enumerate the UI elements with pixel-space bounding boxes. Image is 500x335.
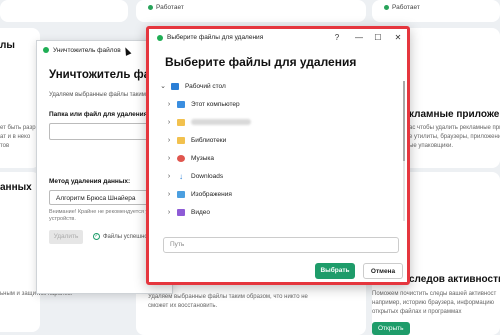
tree-item[interactable]: › ↓ Downloads bbox=[159, 167, 401, 185]
image-icon bbox=[177, 190, 185, 198]
status-running: Работает bbox=[148, 4, 184, 11]
bg-text: тов bbox=[0, 143, 10, 149]
folder-label: Папка или файл для удаления: bbox=[49, 111, 150, 118]
chevron-right-icon[interactable]: › bbox=[165, 137, 173, 144]
bg-text: ет быть разр bbox=[0, 125, 36, 131]
select-button[interactable]: Выбрать bbox=[315, 263, 355, 279]
tree-item[interactable]: › Этот компьютер bbox=[159, 95, 401, 113]
blurred-label bbox=[191, 119, 251, 125]
bg-text: е утилиты, браузеры, приложения автодо bbox=[409, 134, 500, 140]
folder-icon bbox=[177, 118, 185, 126]
path-input[interactable]: Путь bbox=[163, 237, 399, 253]
scrollbar-thumb[interactable] bbox=[403, 81, 405, 161]
chevron-down-icon[interactable]: ⌄ bbox=[159, 82, 167, 90]
tree-item[interactable]: › bbox=[159, 113, 401, 131]
bg-card-left-2: анных ьным и защитим паролем bbox=[0, 172, 72, 332]
tree-item-label: Библиотеки bbox=[191, 136, 227, 144]
cancel-button[interactable]: Отмена bbox=[363, 263, 403, 279]
folder-icon bbox=[177, 136, 185, 144]
chevron-right-icon[interactable]: › bbox=[165, 191, 173, 198]
chevron-right-icon[interactable]: › bbox=[165, 119, 173, 126]
check-icon: ✓ bbox=[93, 233, 100, 240]
method-label: Метод удаления данных: bbox=[49, 178, 131, 185]
bg-text: Удаляем выбранные файлы таким образом, ч… bbox=[148, 294, 308, 300]
dialog-window-title: Выберите файлы для удаления bbox=[167, 34, 264, 41]
bg-text: например, историю браузера, информацию bbox=[372, 300, 495, 306]
tree-item-label: Downloads bbox=[191, 172, 224, 180]
close-button[interactable]: ✕ bbox=[388, 29, 408, 46]
app-logo-icon bbox=[43, 47, 49, 53]
tree-item[interactable]: ⌄ Рабочий стол bbox=[159, 77, 399, 95]
tree-item-label: Изображения bbox=[191, 190, 232, 198]
bg-card-left: лы ет быть разр ат и в неко тов bbox=[0, 28, 40, 168]
bg-heading: следов активности bbox=[409, 274, 500, 285]
dialog-heading: Выберите файлы для удаления bbox=[165, 55, 357, 69]
tree-item[interactable]: › Библиотеки bbox=[159, 131, 401, 149]
bg-heading: кламные приложения bbox=[409, 109, 500, 120]
chevron-right-icon[interactable]: › bbox=[165, 209, 173, 216]
desktop-icon bbox=[171, 82, 179, 90]
bg-card-top-left bbox=[0, 0, 128, 22]
tree-item[interactable]: › Видео bbox=[159, 203, 401, 221]
tree-item[interactable]: › Музыка bbox=[159, 149, 401, 167]
tree-item[interactable]: › Изображения bbox=[159, 185, 401, 203]
open-button[interactable]: Открыть bbox=[372, 322, 410, 335]
help-button[interactable]: ? bbox=[327, 29, 347, 46]
bg-text: Поможем почистить следы вашей активност bbox=[372, 291, 497, 297]
chevron-right-icon[interactable]: › bbox=[165, 173, 173, 180]
file-select-dialog: Выберите файлы для удаления ? — ☐ ✕ Выбе… bbox=[146, 26, 410, 285]
maximize-button[interactable]: ☐ bbox=[368, 29, 388, 46]
bg-text: открытых файлах и программах bbox=[372, 309, 462, 315]
status-running-right: Работает bbox=[384, 4, 420, 11]
minimize-button[interactable]: — bbox=[349, 29, 369, 46]
chevron-right-icon[interactable]: › bbox=[165, 101, 173, 108]
tree-item-label: Музыка bbox=[191, 154, 214, 162]
bg-card-top-mid: Работает bbox=[136, 0, 366, 22]
bg-text: сможет их восстановить. bbox=[148, 303, 218, 309]
bg-text: ые упаковщики. bbox=[409, 143, 454, 149]
warning-text: Внимание! Крайне не рекомендуется уда уст… bbox=[49, 209, 155, 222]
tree-item-label: Рабочий стол bbox=[185, 82, 226, 90]
bg-text: ат и в неко bbox=[0, 134, 31, 140]
download-icon: ↓ bbox=[177, 171, 185, 181]
chevron-right-icon[interactable]: › bbox=[165, 155, 173, 162]
delete-button[interactable]: Удалить bbox=[49, 230, 83, 244]
bg-card-top-right: Работает bbox=[372, 0, 500, 22]
bg-heading: лы bbox=[0, 40, 15, 51]
bg-heading: анных bbox=[0, 182, 32, 193]
shredder-description: Удаляем выбранные файлы таким о bbox=[49, 92, 151, 98]
bg-text: ас чтобы удалить рекламные прилох bbox=[409, 125, 500, 131]
tree-scrollbar[interactable] bbox=[403, 81, 405, 221]
video-icon bbox=[177, 208, 185, 216]
music-icon bbox=[177, 154, 185, 162]
computer-icon bbox=[177, 100, 185, 108]
shredder-window-title: Уничтожитель файлов bbox=[53, 46, 121, 54]
tree-item-label: Этот компьютер bbox=[191, 100, 240, 108]
app-logo-icon bbox=[157, 34, 163, 41]
tree-item-label: Видео bbox=[191, 208, 210, 216]
folder-tree: ⌄ Рабочий стол › Этот компьютер › › Библиотеки… bbox=[159, 77, 401, 227]
